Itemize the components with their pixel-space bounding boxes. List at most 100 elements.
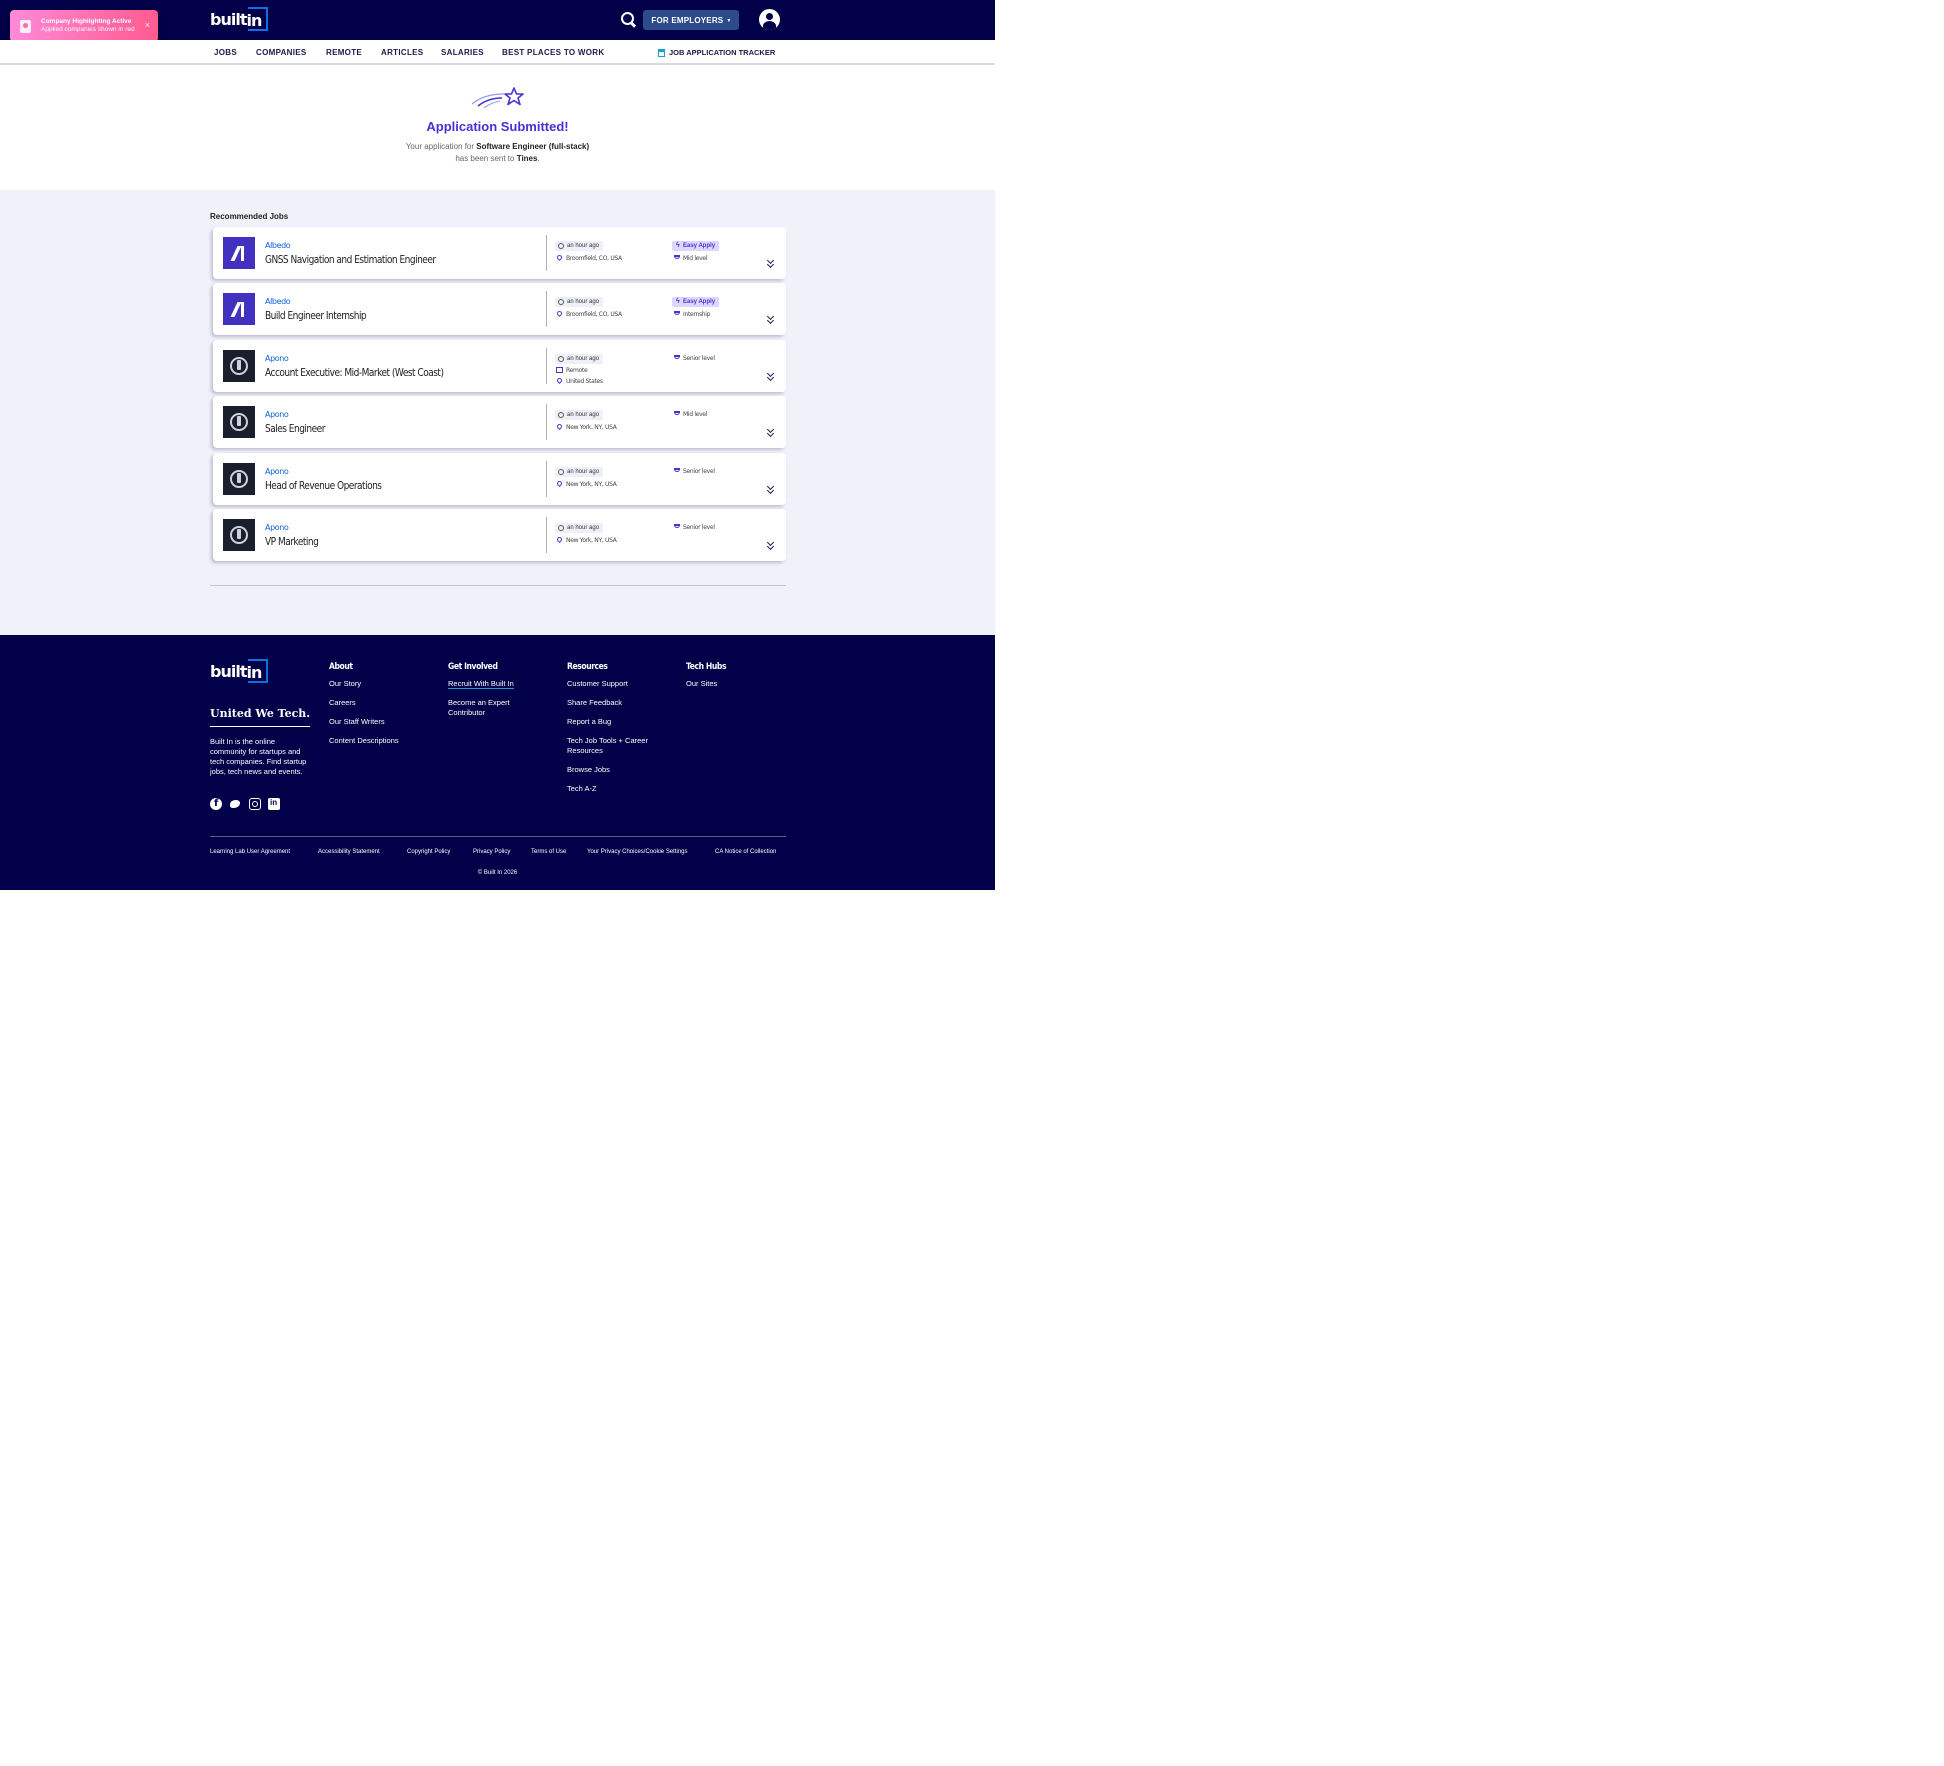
job-title[interactable]: Sales Engineer — [265, 423, 325, 435]
account-icon[interactable] — [759, 9, 780, 30]
bolt-icon: ϟ — [676, 242, 680, 249]
for-employers-label: FOR EMPLOYERS — [651, 15, 724, 25]
applied-company: Tines — [516, 154, 538, 163]
job-card[interactable]: Apono Sales Engineer an hour ago New Yor… — [213, 396, 786, 448]
job-card[interactable]: Apono VP Marketing an hour ago New York,… — [213, 509, 786, 561]
legal-terms[interactable]: Terms of Use — [531, 849, 566, 855]
job-title[interactable]: VP Marketing — [265, 536, 319, 548]
nav-remote[interactable]: REMOTE — [326, 48, 362, 57]
footer-builtin-logo[interactable]: built in — [210, 659, 269, 683]
nav-jobs[interactable]: JOBS — [214, 48, 237, 57]
job-card[interactable]: Albedo Build Engineer Internship an hour… — [213, 283, 786, 335]
confirmation-line-1: Your application for Software Engineer (… — [0, 142, 995, 151]
posted-time: an hour ago — [555, 523, 604, 533]
legal-learning-lab[interactable]: Learning Lab User Agreement — [210, 849, 290, 855]
chevron-double-down-icon[interactable] — [766, 427, 775, 437]
chevron-double-down-icon[interactable] — [766, 540, 775, 550]
linkedin-icon[interactable] — [268, 798, 280, 810]
footer-link-report-bug[interactable]: Report a Bug — [567, 717, 657, 727]
footer-link-expert-contributor[interactable]: Become an Expert Contributor — [448, 698, 523, 718]
trophy-icon — [674, 411, 680, 415]
apono-logo[interactable] — [223, 350, 255, 382]
job-title[interactable]: Account Executive: Mid-Market (West Coas… — [265, 367, 444, 379]
level-text: Internship — [683, 311, 711, 318]
footer-link-our-sites[interactable]: Our Sites — [686, 679, 776, 689]
footer-link-recruit[interactable]: Recruit With Built In — [448, 679, 538, 689]
for-employers-button[interactable]: FOR EMPLOYERS ▾ — [643, 10, 739, 30]
company-name[interactable]: Apono — [265, 354, 289, 363]
company-name[interactable]: Albedo — [265, 241, 291, 250]
job-application-tracker-link[interactable]: JOB APPLICATION TRACKER — [658, 48, 775, 57]
sent-to-prefix: has been sent to — [455, 154, 517, 163]
location-text: New York, NY, USA — [566, 481, 617, 488]
albedo-logo[interactable] — [223, 293, 255, 325]
close-icon[interactable]: × — [145, 20, 150, 30]
sent-to-suffix: . — [537, 154, 540, 163]
footer-link-our-story[interactable]: Our Story — [329, 679, 419, 689]
job-location: New York, NY, USA — [555, 422, 617, 431]
chevron-double-down-icon[interactable] — [766, 314, 775, 324]
footer-link-tech-a-z[interactable]: Tech A-Z — [567, 784, 657, 794]
company-name[interactable]: Apono — [265, 523, 289, 532]
legal-ca-notice[interactable]: CA Notice of Collection — [715, 849, 776, 855]
company-name[interactable]: Apono — [265, 467, 289, 476]
logo-box: in — [246, 7, 269, 31]
legal-copyright-policy[interactable]: Copyright Policy — [407, 849, 450, 855]
job-location: Broomfield, CO, USA — [555, 309, 622, 318]
job-level: Senior level — [672, 524, 715, 531]
footer-link-browse-jobs[interactable]: Browse Jobs — [567, 765, 657, 775]
easy-apply-badge: ϟ Easy Apply — [672, 241, 720, 251]
job-title[interactable]: Head of Revenue Operations — [265, 480, 382, 492]
chevron-double-down-icon[interactable] — [766, 371, 775, 381]
job-title[interactable]: Build Engineer Internship — [265, 310, 367, 322]
chevron-double-down-icon[interactable] — [766, 484, 775, 494]
search-icon[interactable] — [620, 11, 636, 27]
tracker-icon — [658, 48, 665, 57]
footer-link-share-feedback[interactable]: Share Feedback — [567, 698, 657, 708]
chevron-double-down-icon[interactable] — [766, 258, 775, 268]
posted-time: an hour ago — [555, 354, 604, 364]
twitter-icon[interactable] — [229, 798, 241, 810]
location-text: New York, NY, USA — [566, 537, 617, 544]
job-location: United States — [555, 376, 603, 385]
footer-link-job-tools[interactable]: Tech Job Tools + Career Resources — [567, 736, 655, 756]
easy-apply-label: Easy Apply — [683, 299, 716, 305]
location-pin-icon — [555, 309, 564, 318]
company-name[interactable]: Albedo — [265, 297, 291, 306]
footer-link-careers[interactable]: Careers — [329, 698, 419, 708]
job-card[interactable]: Albedo GNSS Navigation and Estimation En… — [213, 227, 786, 279]
nav-companies[interactable]: COMPANIES — [256, 48, 307, 57]
company-name[interactable]: Apono — [265, 410, 289, 419]
footer-link-content-descriptions[interactable]: Content Descriptions — [329, 736, 419, 746]
job-card[interactable]: Apono Head of Revenue Operations an hour… — [213, 453, 786, 505]
instagram-icon[interactable] — [249, 798, 261, 810]
legal-privacy-choices[interactable]: Your Privacy Choices/Cookie Settings — [587, 849, 688, 855]
apono-logo[interactable] — [223, 463, 255, 495]
job-level: Senior level — [672, 355, 715, 362]
builtin-logo[interactable]: built in — [210, 7, 269, 31]
job-location: Broomfield, CO, USA — [555, 253, 622, 262]
job-card[interactable]: Apono Account Executive: Mid-Market (Wes… — [213, 340, 786, 392]
albedo-logo[interactable] — [223, 237, 255, 269]
recommended-jobs-section: Recommended Jobs Albedo GNSS Navigation … — [0, 190, 995, 635]
footer-link-customer-support[interactable]: Customer Support — [567, 679, 657, 689]
legal-accessibility[interactable]: Accessibility Statement — [318, 849, 380, 855]
nav-articles[interactable]: ARTICLES — [381, 48, 423, 57]
copyright: © Built In 2026 — [477, 870, 518, 876]
card-divider — [546, 461, 547, 497]
card-divider — [546, 235, 547, 271]
trophy-icon — [674, 255, 680, 259]
apono-logo[interactable] — [223, 519, 255, 551]
nav-salaries[interactable]: SALARIES — [441, 48, 484, 57]
apono-logo[interactable] — [223, 406, 255, 438]
facebook-icon[interactable] — [210, 798, 222, 810]
location-text: Broomfield, CO, USA — [566, 255, 622, 262]
nav-best-places[interactable]: BEST PLACES TO WORK — [502, 48, 604, 57]
card-divider — [546, 348, 547, 384]
footer-tagline: United We Tech. — [210, 707, 311, 720]
tracker-label: JOB APPLICATION TRACKER — [669, 48, 776, 57]
job-title[interactable]: GNSS Navigation and Estimation Engineer — [265, 254, 436, 266]
footer: built in United We Tech. Built In is the … — [0, 635, 995, 890]
footer-link-staff-writers[interactable]: Our Staff Writers — [329, 717, 419, 727]
legal-privacy-policy[interactable]: Privacy Policy — [473, 849, 510, 855]
